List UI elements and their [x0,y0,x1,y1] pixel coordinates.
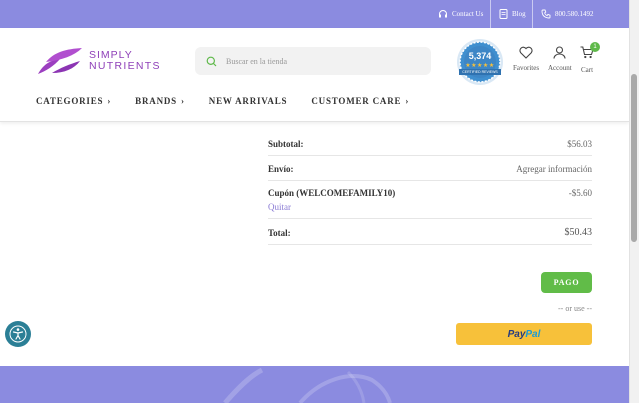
footer-decoration [223,367,392,403]
search-input[interactable] [226,56,416,66]
or-use-divider: -- or use -- [558,304,592,313]
brand-name-line2: NUTRIENTS [89,60,161,72]
reviews-caption: CERTIFIED REVIEWS [462,70,498,74]
paypal-logo-part1: Pay [507,328,526,340]
phone-link[interactable]: 800.580.1492 [541,0,594,28]
topbar-divider [490,0,491,28]
checkout-pay-button[interactable]: PAGO [541,272,592,293]
heart-icon [519,46,533,59]
user-icon [553,46,566,59]
remove-coupon-link[interactable]: Quitar [268,202,291,212]
order-totals: Subtotal: $56.03 Envío: Agregar informac… [268,131,592,245]
blog-link[interactable]: Blog [499,0,526,28]
blog-label: Blog [512,10,526,18]
paypal-logo-part2: Pal [525,328,541,340]
add-shipping-info-link[interactable]: Agregar información [516,164,592,174]
cart-label: Cart [580,66,594,74]
verified-reviews-badge[interactable]: 5,374 ★★★★★ CERTIFIED REVIEWS [456,38,504,86]
shipping-label: Envío: [268,164,294,174]
cart-count-badge: 1 [590,42,600,52]
page-scrollbar[interactable] [629,0,639,403]
chevron-right-icon: › [405,96,410,106]
coupon-label: Cupón (WELCOMEFAMILY10) [268,188,396,198]
footer-band [0,366,629,403]
top-bar: Contact Us Blog 800.580.1492 [0,0,629,28]
brand-logo[interactable]: SIMPLY NUTRIENTS [36,47,161,75]
phone-icon [541,9,551,19]
contact-us-label: Contact Us [452,10,484,18]
phone-number: 800.580.1492 [555,10,594,18]
favorites-button[interactable]: Favorites [513,46,539,72]
cart-button[interactable]: 1 Cart [580,42,600,74]
subtotal-value: $56.03 [567,139,592,149]
nav-brands[interactable]: BRANDS › [135,96,185,106]
paypal-button[interactable]: Pay Pal [456,323,592,345]
headset-icon [439,10,447,18]
nav-categories[interactable]: CATEGORIES › [36,96,111,106]
coupon-row: Cupón (WELCOMEFAMILY10) -$5.60 Quitar [268,181,592,219]
total-label: Total: [268,228,291,238]
search-icon[interactable] [206,56,217,67]
contact-us-link[interactable]: Contact Us [438,0,483,28]
search-bar[interactable] [195,47,431,75]
nav-customer-care-label: CUSTOMER CARE [311,96,402,106]
coupon-value: -$5.60 [568,188,592,198]
accessibility-icon [9,325,27,343]
shipping-row: Envío: Agregar información [268,156,592,181]
total-row: Total: $50.43 [268,219,592,245]
subtotal-label: Subtotal: [268,139,304,149]
total-value: $50.43 [564,227,593,238]
nav-brands-label: BRANDS [135,96,177,106]
chevron-right-icon: › [107,96,112,106]
reviews-stars: ★★★★★ [465,63,495,69]
account-button[interactable]: Account [548,46,572,72]
brand-leaf-icon [38,48,82,74]
nav-categories-label: CATEGORIES [36,96,104,106]
subtotal-row: Subtotal: $56.03 [268,131,592,156]
site-header: SIMPLY NUTRIENTS 5,374 ★★★★★ CERTIFIED R… [0,28,629,122]
scrollbar-thumb[interactable] [631,74,637,242]
nav-customer-care[interactable]: CUSTOMER CARE › [311,96,409,106]
reviews-count: 5,374 [468,51,492,61]
topbar-divider [532,0,533,28]
nav-new-arrivals[interactable]: NEW ARRIVALS [209,96,288,106]
chevron-right-icon: › [180,96,185,106]
account-label: Account [548,64,572,72]
document-icon [499,9,508,19]
nav-new-arrivals-label: NEW ARRIVALS [208,96,288,106]
favorites-label: Favorites [513,64,540,72]
main-nav: CATEGORIES › BRANDS › NEW ARRIVALS CUSTO… [36,96,433,106]
accessibility-button[interactable] [5,321,31,347]
